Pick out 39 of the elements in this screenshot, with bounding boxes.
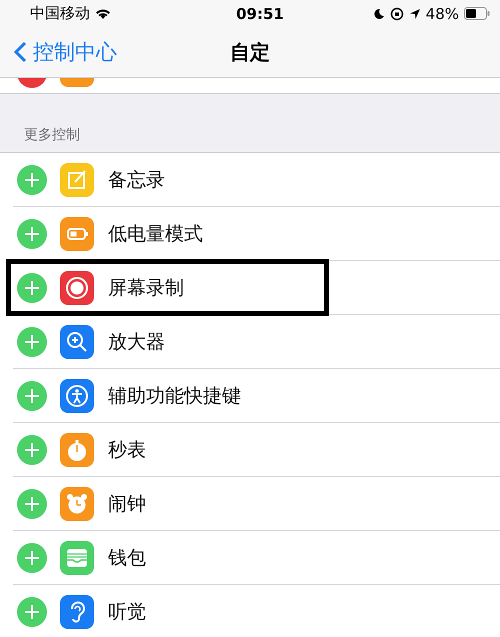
notes-icon — [60, 162, 94, 196]
stopwatch-icon — [60, 432, 94, 466]
accessibility-icon — [60, 378, 94, 412]
wifi-icon — [95, 8, 111, 20]
control-label: 备忘录 — [108, 168, 165, 192]
control-label: 低电量模式 — [108, 222, 203, 246]
page-title: 自定 — [230, 38, 270, 66]
location-arrow-icon — [408, 8, 421, 20]
moon-icon — [372, 8, 385, 20]
control-label: 秒表 — [108, 438, 146, 462]
control-label: 屏幕录制 — [108, 276, 184, 300]
ear-icon — [60, 594, 94, 628]
add-button[interactable] — [17, 488, 47, 518]
add-button[interactable] — [17, 434, 47, 464]
control-label: 放大器 — [108, 330, 165, 354]
record-icon — [60, 270, 94, 304]
add-button[interactable] — [17, 326, 47, 356]
status-time: 09:51 — [236, 4, 284, 22]
alarm-clock-icon — [60, 486, 94, 520]
add-button[interactable] — [17, 164, 47, 194]
rotation-lock-icon — [390, 6, 404, 20]
wallet-icon — [60, 540, 94, 574]
add-button[interactable] — [17, 218, 47, 248]
control-label: 听觉 — [108, 600, 146, 624]
chevron-left-icon — [14, 41, 27, 63]
add-button[interactable] — [17, 542, 47, 572]
control-label: 闹钟 — [108, 492, 146, 516]
magnifier-icon — [60, 324, 94, 358]
control-label: 辅助功能快捷键 — [108, 384, 241, 408]
section-header: 更多控制 — [24, 126, 80, 144]
add-button[interactable] — [17, 380, 47, 410]
battery-percent: 48% — [426, 4, 459, 22]
battery-icon — [464, 7, 490, 20]
back-button[interactable]: 控制中心 — [0, 38, 117, 66]
control-label: 钱包 — [108, 546, 146, 570]
add-button[interactable] — [17, 272, 47, 302]
carrier-name: 中国移动 — [30, 4, 90, 23]
add-button[interactable] — [17, 596, 47, 626]
battery-icon — [60, 216, 94, 250]
